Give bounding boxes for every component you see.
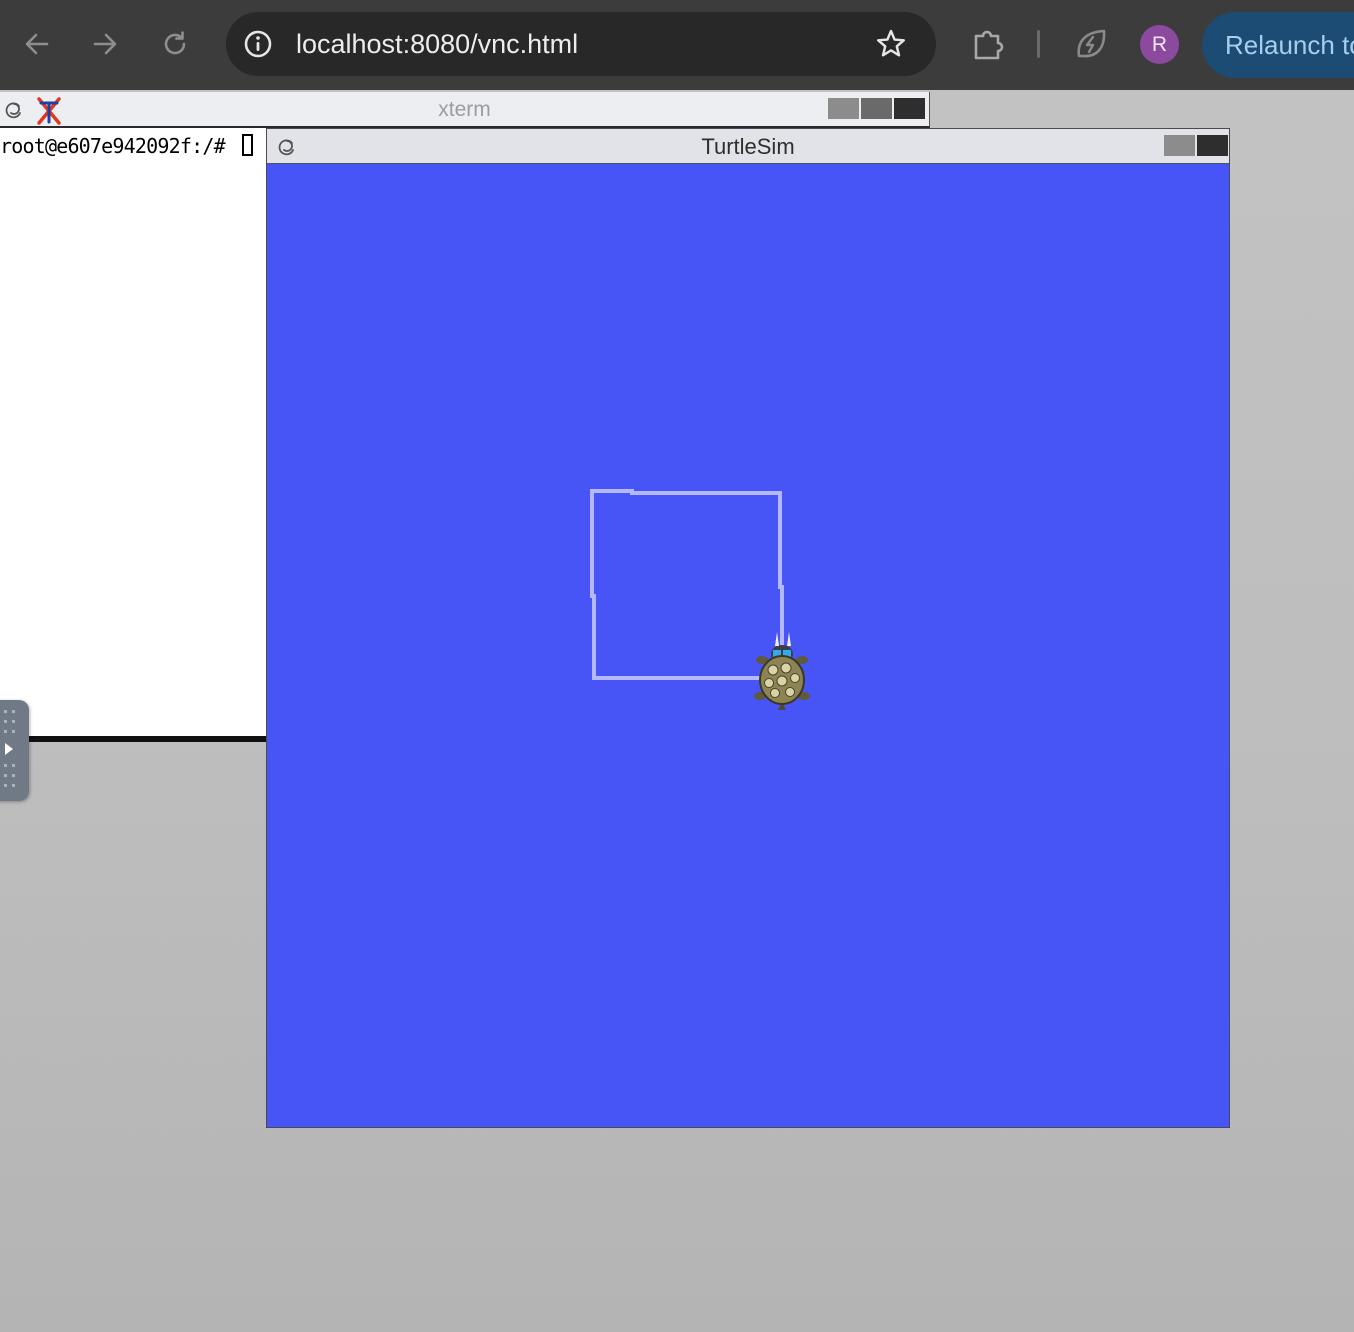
url-text[interactable]: localhost:8080/vnc.html xyxy=(296,28,578,60)
arrow-left-icon xyxy=(25,33,49,55)
grip-dots-icon xyxy=(4,710,15,733)
xterm-titlebar[interactable]: xterm xyxy=(0,92,930,128)
info-icon[interactable] xyxy=(242,28,274,60)
minimize-button[interactable] xyxy=(828,98,859,119)
browser-toolbar: localhost:8080/vnc.html R Relaunch to up… xyxy=(0,0,1354,90)
back-button[interactable] xyxy=(15,22,59,66)
maximize-button[interactable] xyxy=(861,98,892,119)
turtlesim-drawing xyxy=(267,165,1229,1127)
canvas-background xyxy=(267,165,1229,1127)
xterm-terminal[interactable]: root@e607e942092f:/# xyxy=(0,128,268,736)
turtlesim-window-title: TurtleSim xyxy=(701,134,795,159)
arrow-right-icon xyxy=(93,33,117,55)
xterm-window-title: xterm xyxy=(438,98,491,121)
forward-button[interactable] xyxy=(83,22,127,66)
profile-avatar[interactable]: R xyxy=(1140,25,1179,64)
puzzle-icon[interactable] xyxy=(968,24,1008,64)
relaunch-label: Relaunch to update xyxy=(1225,30,1354,60)
star-icon[interactable] xyxy=(874,27,908,61)
shell-prompt: root@e607e942092f:/# xyxy=(0,134,226,158)
turtlesim-window-buttons xyxy=(1164,135,1228,156)
xterm-bottom-border xyxy=(0,736,268,742)
expand-arrow-icon xyxy=(5,743,13,755)
reload-icon xyxy=(164,31,186,55)
address-bar[interactable]: localhost:8080/vnc.html xyxy=(226,12,936,76)
turtlesim-canvas xyxy=(267,165,1229,1127)
close-button[interactable] xyxy=(894,98,925,119)
close-button[interactable] xyxy=(1197,135,1228,156)
toolbar-separator xyxy=(1037,30,1040,58)
minimize-button[interactable] xyxy=(1164,135,1195,156)
xterm-window-buttons xyxy=(828,98,925,119)
relaunch-button[interactable]: Relaunch to update xyxy=(1202,12,1354,78)
terminal-cursor xyxy=(242,134,253,156)
reload-button[interactable] xyxy=(153,22,197,66)
novnc-control-handle[interactable] xyxy=(0,700,29,801)
leaf-bolt-icon[interactable] xyxy=(1071,24,1111,64)
turtlesim-window: TurtleSim xyxy=(266,128,1230,1128)
turtlesim-titlebar[interactable]: TurtleSim xyxy=(267,129,1229,164)
grip-dots-icon xyxy=(4,764,15,787)
